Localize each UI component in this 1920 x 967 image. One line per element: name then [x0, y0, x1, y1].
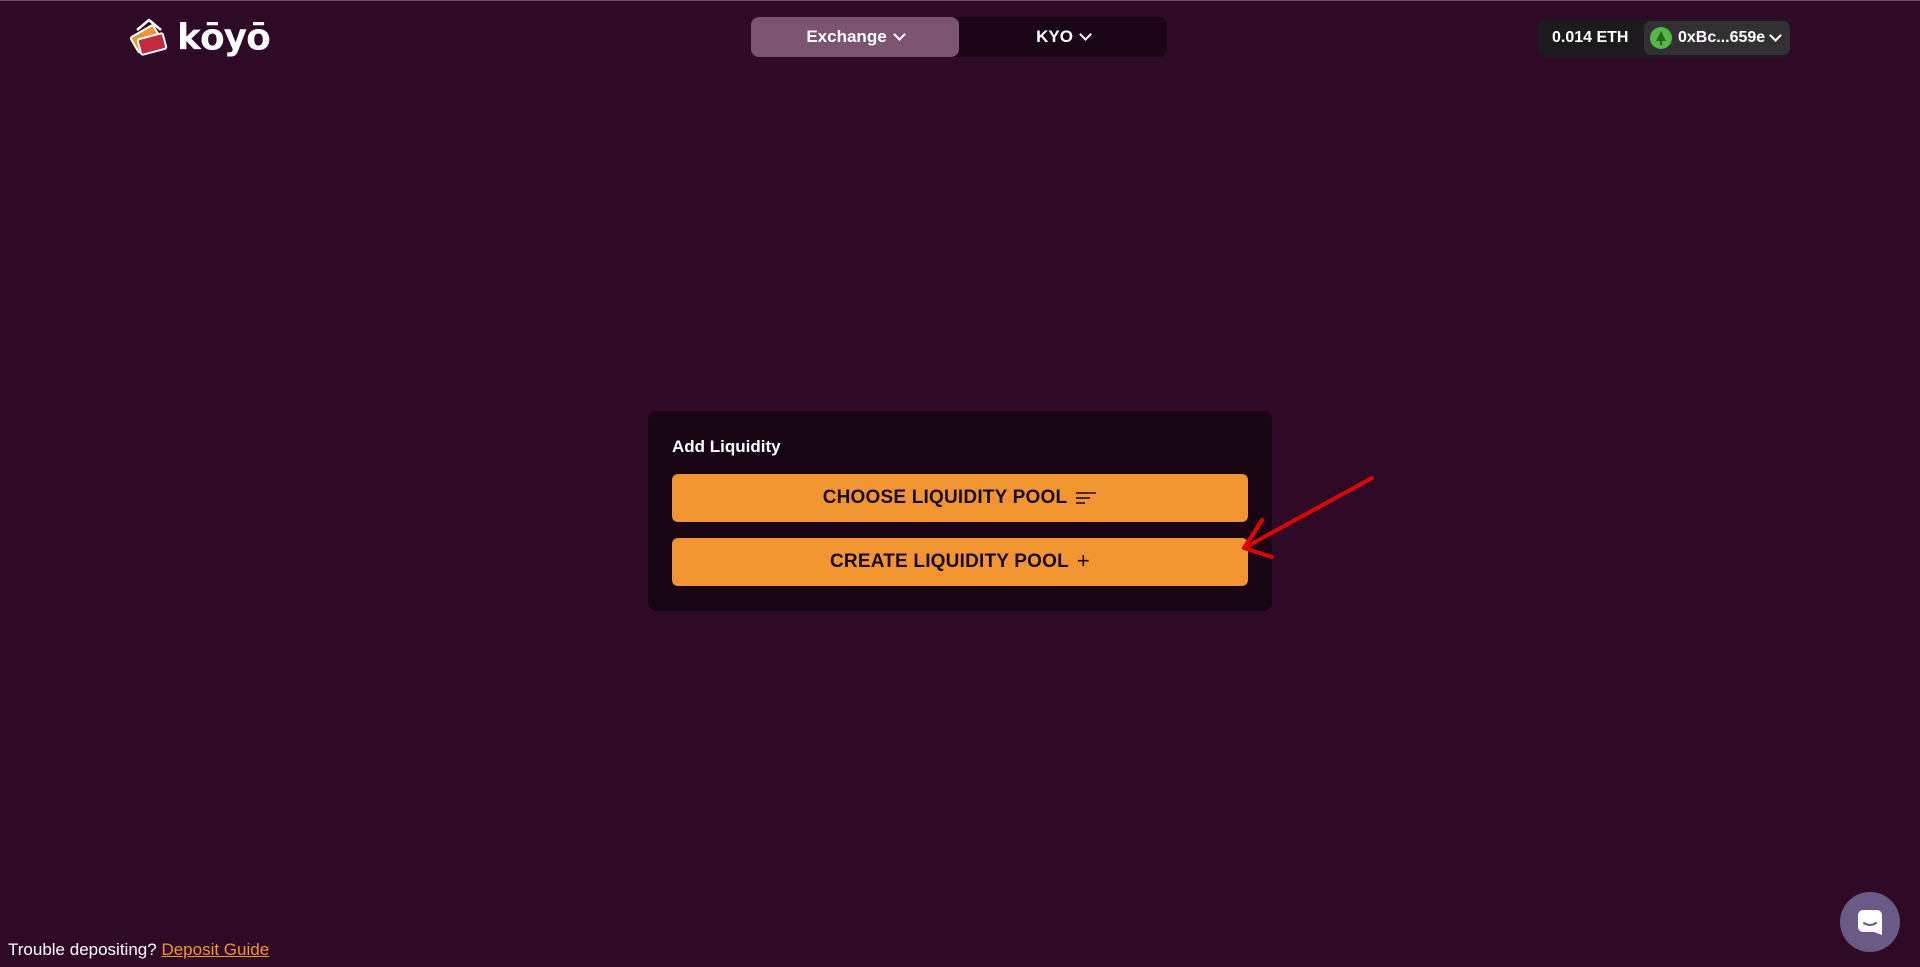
create-liquidity-pool-button[interactable]: CREATE LIQUIDITY POOL + [672, 538, 1248, 586]
wallet-address: 0xBc...659e [1678, 29, 1766, 46]
add-liquidity-card: Add Liquidity CHOOSE LIQUIDITY POOL CREA… [648, 411, 1272, 611]
account-button[interactable]: 0xBc...659e [1644, 21, 1790, 55]
chat-launcher-button[interactable] [1840, 892, 1900, 952]
avatar [1650, 27, 1672, 49]
chevron-down-icon [892, 28, 906, 41]
choose-pool-label: CHOOSE LIQUIDITY POOL [822, 487, 1068, 508]
plus-icon: + [1076, 548, 1090, 573]
eth-balance: 0.014 ETH [1552, 29, 1629, 46]
app-page: kōyō Exchange KYO 0.014 ETH 0xBc...659e [0, 0, 1920, 967]
chevron-down-icon [1079, 28, 1092, 41]
tab-kyo-label: KYO [1036, 27, 1073, 46]
tab-exchange[interactable]: Exchange [751, 17, 959, 57]
card-title: Add Liquidity [672, 437, 781, 456]
logo-wordmark: kōyō [177, 17, 271, 58]
choose-liquidity-pool-button[interactable]: CHOOSE LIQUIDITY POOL [672, 474, 1248, 522]
brand-logo[interactable]: kōyō [127, 16, 271, 60]
chevron-down-icon [1769, 29, 1783, 42]
tree-icon [1656, 31, 1666, 45]
main-nav: Exchange KYO [751, 17, 1167, 57]
annotation-arrow-icon [1242, 476, 1374, 559]
deposit-guide-link[interactable]: Deposit Guide [161, 940, 269, 959]
wallet-widget: 0.014 ETH 0xBc...659e [1538, 19, 1790, 57]
help-text: Trouble depositing? [8, 940, 157, 959]
tab-exchange-label: Exchange [806, 27, 887, 46]
deposit-help: Trouble depositing? Deposit Guide [8, 940, 269, 960]
chat-icon [1858, 910, 1882, 935]
tab-kyo[interactable]: KYO [959, 17, 1167, 57]
list-icon [1076, 492, 1097, 504]
logo-icon [129, 18, 168, 56]
create-pool-label: CREATE LIQUIDITY POOL [830, 551, 1069, 572]
